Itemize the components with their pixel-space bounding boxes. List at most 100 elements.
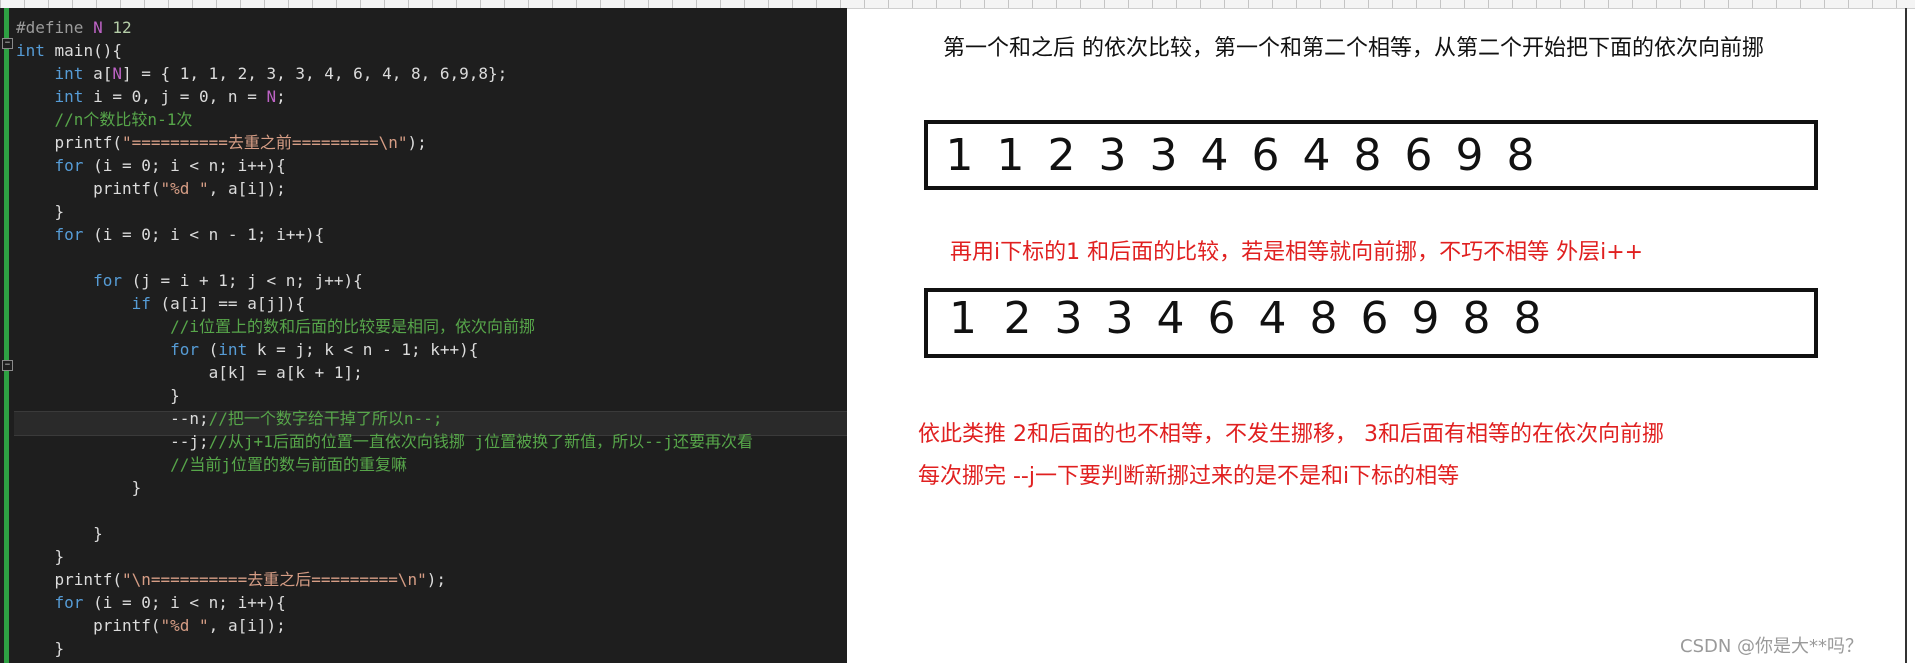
code-line[interactable]: for (i = 0; i < n; i++){ (16, 591, 286, 614)
code-line[interactable]: --n;//把一个数字给干掉了所以n--; (16, 407, 442, 430)
code-line[interactable]: //当前j位置的数与前面的重复嘛 (16, 453, 407, 476)
code-token: "%d " (160, 616, 209, 635)
code-line[interactable]: } (16, 545, 65, 568)
code-line[interactable]: printf("%d ", a[i]); (16, 177, 286, 200)
code-token: for (170, 340, 200, 359)
code-line[interactable]: } (16, 522, 103, 545)
code-line[interactable]: --j;//从j+1后面的位置一直依次向钱挪 j位置被换了新值，所以--j还要再… (16, 430, 753, 453)
code-line[interactable]: } (16, 476, 142, 499)
code-token: 12 (102, 18, 132, 37)
array-digit: 4 (1258, 293, 1287, 344)
code-token: ] = { 1, 1, 2, 3, 3, 4, 6, 4, 8, 6,9,8}; (121, 64, 508, 83)
array-digit: 8 (1506, 130, 1535, 181)
code-line[interactable]: } (16, 637, 65, 660)
annotation-bottom-line2: 每次挪完 --j一下要判断新挪过来的是不是和i下标的相等 (918, 464, 1460, 489)
annotation-bottom-line1: 依此类推 2和后面的也不相等，不发生挪移， 3和后面有相等的在依次向前挪 (918, 422, 1664, 447)
code-token: printf( (16, 179, 161, 198)
fold-toggle-icon[interactable]: − (2, 38, 13, 49)
array-digit: 6 (1360, 293, 1389, 344)
code-token: , a[i]); (208, 616, 286, 635)
code-token: a[ (83, 64, 113, 83)
array-digit: 4 (1200, 130, 1229, 181)
fold-toggle-icon[interactable]: − (2, 360, 13, 371)
code-line[interactable]: int i = 0, j = 0, n = N; (16, 85, 286, 108)
code-line[interactable]: //i位置上的数和后面的比较要是相同，依次向前挪 (16, 315, 535, 338)
code-token: //从j+1后面的位置一直依次向钱挪 j位置被换了新值，所以--j还要再次看 (208, 432, 753, 451)
code-token: (i = 0; i < n - 1; i++){ (83, 225, 325, 244)
code-token: int (54, 64, 84, 83)
code-token: --n; (16, 409, 209, 428)
annotation-middle: 再用i下标的1 和后面的比较，若是相等就向前挪，不巧不相等 外层i++ (950, 240, 1644, 265)
code-token: ); (426, 570, 447, 589)
array-digit: 8 (1462, 293, 1491, 344)
code-line[interactable]: a[k] = a[k + 1]; (16, 361, 363, 384)
array-digit: 8 (1513, 293, 1542, 344)
code-token: "\n==========去重之后=========\n" (121, 570, 427, 589)
code-token: } (16, 547, 65, 566)
array-digit: 3 (1149, 130, 1178, 181)
array-digit: 3 (1105, 293, 1134, 344)
code-token: //把一个数字给干掉了所以n--; (208, 409, 443, 428)
code-token: int (16, 41, 45, 60)
code-token: for (54, 593, 84, 612)
code-token: N (112, 64, 122, 83)
code-token: (j = i + 1; j < n; j++){ (121, 271, 363, 290)
code-token: k = j; k < n - 1; k++){ (247, 340, 479, 359)
code-token: ); (407, 133, 427, 152)
array-digit: 8 (1309, 293, 1338, 344)
code-line[interactable]: for (j = i + 1; j < n; j++){ (16, 269, 363, 292)
array-digit: 6 (1207, 293, 1236, 344)
code-token: --j; (16, 432, 209, 451)
code-token: for (93, 271, 122, 290)
code-line[interactable]: #define N 12 (16, 16, 132, 39)
array-digit: 2 (1047, 130, 1076, 181)
code-token: if (131, 294, 151, 313)
code-token: //i位置上的数和后面的比较要是相同，依次向前挪 (16, 317, 536, 336)
code-line[interactable]: int main(){ (16, 39, 122, 62)
code-line[interactable]: for (int k = j; k < n - 1; k++){ (16, 338, 478, 361)
array-digit: 2 (1003, 293, 1032, 344)
csdn-watermark: CSDN @你是大**吗？ (1680, 636, 1864, 657)
code-line[interactable]: printf("==========去重之前=========\n"); (16, 131, 427, 154)
code-line[interactable]: for (i = 0; i < n; i++){ (16, 154, 286, 177)
code-line[interactable]: //n个数比较n-1次 (16, 108, 193, 131)
code-token: for (54, 225, 84, 244)
code-token: (i = 0; i < n; i++){ (83, 593, 286, 612)
code-token: } (16, 639, 65, 658)
code-token: #define (16, 18, 94, 37)
code-editor[interactable]: − − #define N 12 int main(){ int a[N] = {… (0, 8, 847, 663)
array-digit: 4 (1156, 293, 1185, 344)
code-line[interactable]: } (16, 200, 65, 223)
array-digit: 6 (1251, 130, 1280, 181)
code-token: printf( (16, 616, 161, 635)
array-digit: 3 (1054, 293, 1083, 344)
code-token: "==========去重之前=========\n" (121, 133, 408, 152)
code-token: } (16, 524, 103, 543)
code-token: N (266, 87, 277, 106)
code-line[interactable]: printf("\n==========去重之后=========\n"); (16, 568, 447, 591)
code-token: //n个数比较n-1次 (16, 110, 193, 129)
code-token: for (54, 156, 84, 175)
code-line[interactable]: printf("%d ", a[i]); (16, 614, 286, 637)
change-indicator-bar (4, 8, 9, 663)
code-token: int (218, 340, 248, 359)
code-token: } (16, 386, 180, 405)
code-token: , a[i]); (208, 179, 286, 198)
array-digit: 1 (949, 293, 977, 344)
array-digit: 8 (1353, 130, 1382, 181)
code-token: } (16, 202, 65, 221)
array-digit: 9 (1455, 130, 1484, 181)
code-line[interactable]: } (16, 384, 180, 407)
code-line[interactable]: if (a[i] == a[j]){ (16, 292, 305, 315)
code-token: main(){ (44, 41, 122, 60)
code-line[interactable]: for (i = 0; i < n - 1; i++){ (16, 223, 325, 246)
code-token: printf( (16, 133, 122, 152)
code-line[interactable]: int a[N] = { 1, 1, 2, 3, 3, 4, 6, 4, 8, … (16, 62, 508, 85)
code-token: i = 0, j = 0, n = (83, 87, 267, 106)
